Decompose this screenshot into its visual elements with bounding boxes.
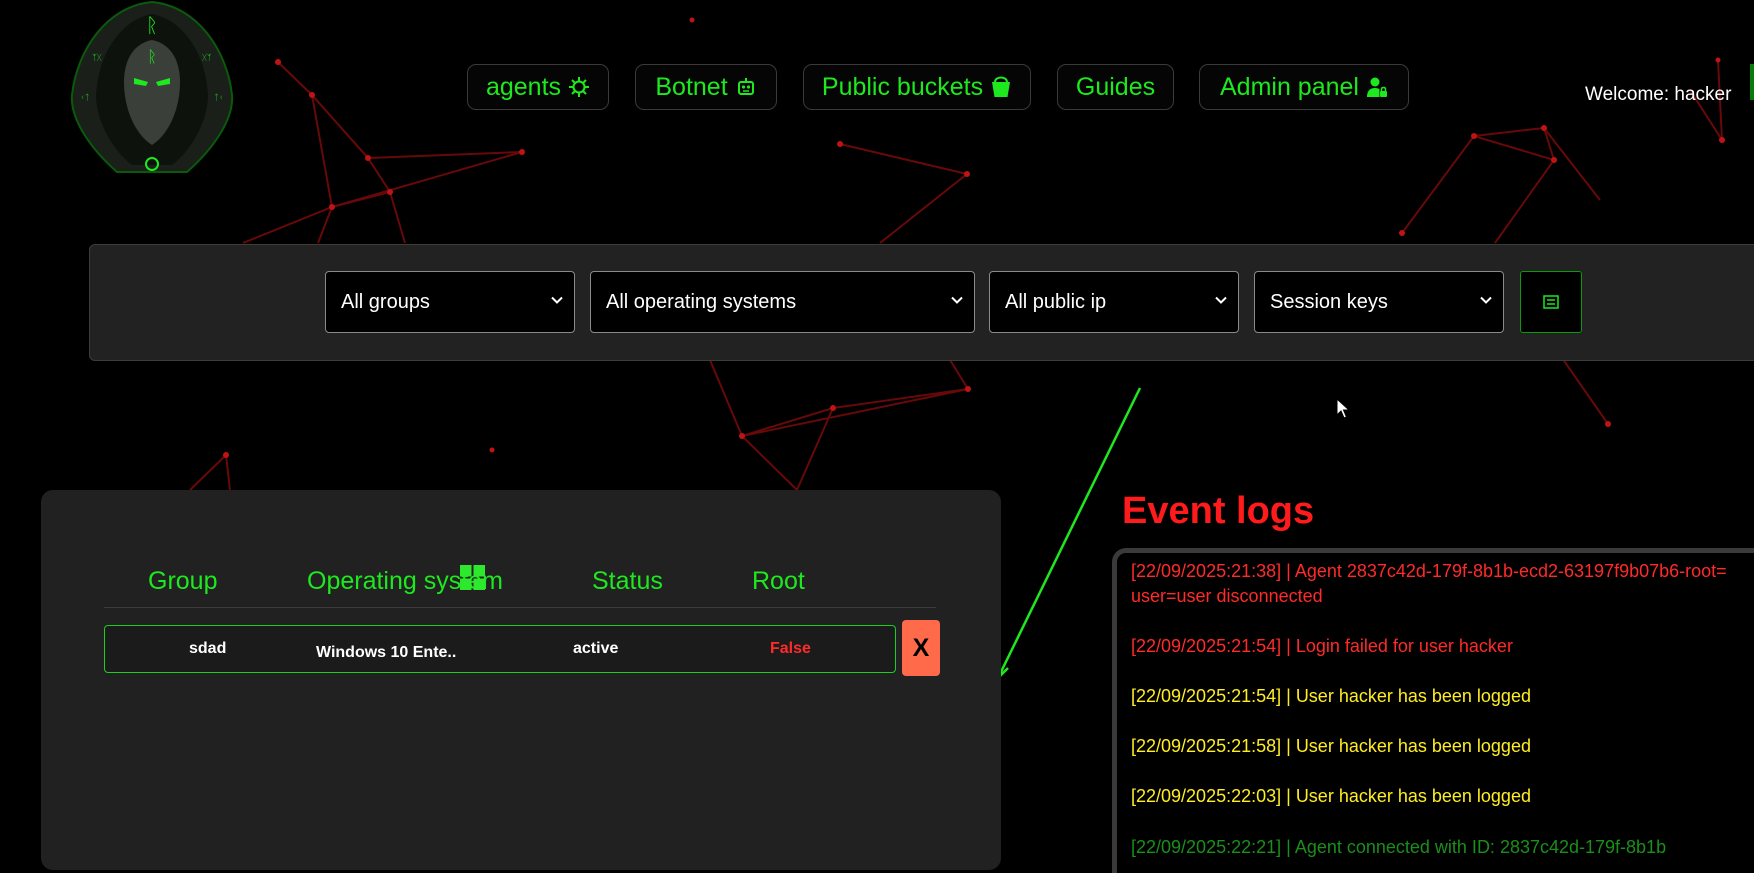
header-divider: [104, 607, 936, 608]
nav-guides-label: Guides: [1075, 72, 1156, 101]
public-ip-select[interactable]: All public ip: [989, 271, 1239, 333]
nav-botnet-button[interactable]: Botnet: [635, 64, 777, 110]
svg-text:ᚷᛉ: ᚷᛉ: [202, 53, 212, 62]
mouse-cursor-icon: [1336, 398, 1350, 419]
groups-select-value: All groups: [341, 290, 430, 313]
remove-agent-button[interactable]: X: [902, 620, 940, 676]
log-entry: [22/09/2025:21:54] | User hacker has bee…: [1131, 686, 1531, 706]
nav-agents-button[interactable]: agents: [467, 64, 609, 110]
os-select[interactable]: All operating systems: [590, 271, 975, 333]
user-lock-icon: [1366, 77, 1387, 97]
column-header-status: Status: [592, 567, 663, 595]
hooded-figure-logo: ᚱ ᚱ ᛉᚷ ᚷᛉ ᚲᛏ ᛏᚲ: [70, 0, 234, 173]
column-header-root: Root: [752, 567, 805, 595]
cell-status: active: [573, 640, 619, 657]
virus-icon: [569, 77, 590, 97]
log-entry: [22/09/2025:22:21] | Agent connected wit…: [1131, 837, 1667, 857]
agents-panel: Group Operating system Status Root sdad …: [41, 490, 1001, 870]
nav-admin-panel-button[interactable]: Admin panel: [1199, 64, 1409, 110]
list-icon: [1543, 295, 1559, 309]
cell-root: False: [770, 640, 811, 657]
svg-text:ᚱ: ᚱ: [147, 47, 157, 66]
filter-bar: All groups All operating systems All pub…: [89, 244, 1754, 361]
groups-select[interactable]: All groups: [325, 271, 575, 333]
nav-public-buckets-button[interactable]: Public buckets: [803, 64, 1031, 110]
cell-operating-system: Windows 10 Ente..: [316, 644, 457, 661]
event-logs-title: Event logs: [1122, 490, 1315, 532]
session-keys-select-value: Session keys: [1270, 290, 1388, 313]
cell-group: sdad: [189, 640, 227, 657]
chevron-down-icon: [551, 296, 563, 304]
log-entry: [22/09/2025:21:58] | User hacker has bee…: [1131, 736, 1531, 756]
welcome-message: Welcome: hacker: [1585, 84, 1732, 105]
chevron-down-icon: [1215, 296, 1227, 304]
svg-text:ᚲᛏ: ᚲᛏ: [80, 93, 90, 102]
edge-indicator: [1750, 64, 1754, 100]
nav-botnet-label: Botnet: [655, 72, 728, 101]
log-entry: [22/09/2025:21:54] | Login failed for us…: [1131, 636, 1513, 656]
session-keys-select[interactable]: Session keys: [1254, 271, 1504, 333]
os-select-value: All operating systems: [606, 290, 797, 313]
nav-admin-label: Admin panel: [1220, 72, 1359, 101]
windows-icon: [460, 565, 485, 590]
table-row[interactable]: sdad Windows 10 Ente.. active False: [104, 625, 896, 673]
log-entry: [22/09/2025:22:03] | User hacker has bee…: [1131, 786, 1531, 806]
log-entry: [22/09/2025:21:38] | Agent 2837c42d-179f…: [1131, 561, 1727, 606]
public-ip-select-value: All public ip: [1005, 290, 1107, 313]
column-header-group: Group: [148, 567, 218, 595]
nav-guides-button[interactable]: Guides: [1057, 64, 1174, 110]
chevron-down-icon: [1480, 296, 1492, 304]
event-logs-list[interactable]: [22/09/2025:21:38] | Agent 2837c42d-179f…: [1112, 548, 1754, 873]
svg-text:ᛉᚷ: ᛉᚷ: [92, 53, 102, 62]
svg-text:ᛏᚲ: ᛏᚲ: [214, 93, 224, 102]
nav-agents-label: agents: [485, 72, 562, 101]
svg-text:ᚱ: ᚱ: [146, 13, 158, 37]
robot-icon: [737, 78, 754, 95]
chevron-down-icon: [951, 296, 963, 304]
bucket-icon: [992, 76, 1011, 97]
apply-filter-button[interactable]: [1520, 271, 1582, 333]
nav-buckets-label: Public buckets: [821, 72, 984, 101]
